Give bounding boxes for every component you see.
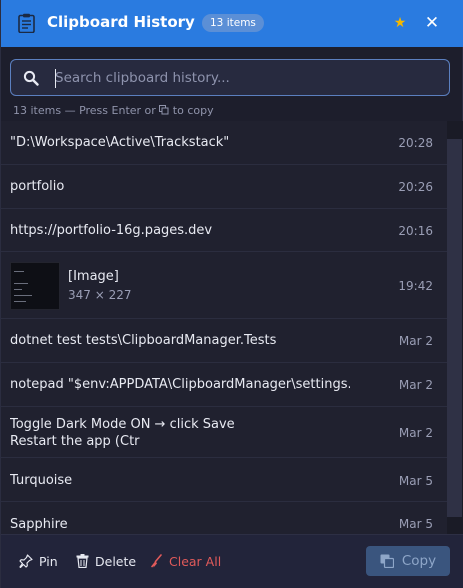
- clipboard-history-window: Clipboard History 13 items ★ ✕ 13 items …: [0, 0, 463, 588]
- clear-all-label: Clear All: [169, 553, 222, 569]
- delete-button[interactable]: Delete: [76, 552, 136, 570]
- item-text: portfolio: [10, 179, 65, 194]
- search-input[interactable]: [55, 66, 435, 90]
- clipboard-icon: [18, 13, 35, 33]
- list-item[interactable]: "D:\Workspace\Active\Trackstack" 20:28: [1, 121, 447, 165]
- copy-icon: [380, 554, 394, 568]
- trash-icon: [76, 554, 89, 568]
- copy-icon: [159, 105, 169, 115]
- copy-label: Copy: [401, 553, 437, 569]
- copy-button[interactable]: Copy: [366, 546, 450, 576]
- delete-label: Delete: [95, 553, 137, 569]
- pin-icon: [19, 554, 33, 568]
- list-item[interactable]: https://portfolio-16g.pages.dev 20:16: [1, 209, 447, 252]
- item-time: Mar 2: [398, 334, 433, 348]
- pin-button[interactable]: Pin: [19, 552, 58, 570]
- list-item[interactable]: portfolio 20:26: [1, 165, 447, 209]
- list-item-image[interactable]: [Image] 347 × 227 19:42: [1, 252, 447, 319]
- status-hint-suffix: to copy: [172, 104, 214, 117]
- item-time: Mar 2: [398, 426, 433, 440]
- clear-all-button[interactable]: Clear All: [150, 552, 221, 570]
- list-item[interactable]: Toggle Dark Mode ON → click Save Restart…: [1, 407, 447, 458]
- item-text-line2: Restart the app (Ctr: [10, 434, 140, 449]
- history-list: "D:\Workspace\Active\Trackstack" 20:28 p…: [1, 121, 447, 534]
- list-item[interactable]: Turquoise Mar 5: [1, 458, 447, 502]
- item-count-badge: 13 items: [202, 14, 264, 32]
- scrollbar-thumb[interactable]: [447, 139, 462, 517]
- bottom-toolbar: Pin Delete Clear All Copy: [1, 534, 463, 588]
- close-icon[interactable]: ✕: [422, 13, 442, 33]
- search-icon: [23, 70, 39, 86]
- item-time: 20:28: [398, 136, 433, 150]
- list-scrollbar[interactable]: [447, 121, 463, 534]
- search-box[interactable]: [10, 59, 450, 96]
- item-time: 20:16: [398, 224, 433, 238]
- title-bar[interactable]: Clipboard History 13 items ★ ✕: [1, 0, 463, 47]
- star-icon[interactable]: ★: [392, 14, 408, 32]
- image-thumbnail: [10, 262, 60, 310]
- item-text: Sapphire: [10, 517, 68, 532]
- broom-icon: [151, 554, 162, 568]
- item-time: Mar 5: [398, 517, 433, 531]
- item-time: 20:26: [398, 180, 433, 194]
- status-hint-prefix: 13 items — Press Enter or: [13, 104, 156, 117]
- image-label: [Image]: [68, 269, 119, 284]
- image-dimensions: 347 × 227: [68, 288, 132, 302]
- item-time: 19:42: [398, 279, 433, 293]
- window-title: Clipboard History: [47, 13, 195, 31]
- status-hint: 13 items — Press Enter or to copy: [13, 104, 214, 117]
- list-item[interactable]: Sapphire Mar 5: [1, 502, 447, 534]
- item-text: "D:\Workspace\Active\Trackstack": [10, 135, 230, 150]
- item-text: https://portfolio-16g.pages.dev: [10, 223, 213, 238]
- item-time: Mar 2: [398, 378, 433, 392]
- list-item[interactable]: dotnet test tests\ClipboardManager.Tests…: [1, 319, 447, 363]
- list-item[interactable]: notepad "$env:APPDATA\ClipboardManager\s…: [1, 363, 447, 407]
- item-text: dotnet test tests\ClipboardManager.Tests: [10, 333, 277, 348]
- item-text: notepad "$env:APPDATA\ClipboardManager\s…: [10, 377, 350, 392]
- text-caret: [55, 69, 56, 88]
- item-text: Toggle Dark Mode ON → click Save: [10, 417, 235, 432]
- pin-label: Pin: [39, 553, 58, 569]
- item-time: Mar 5: [398, 474, 433, 488]
- item-text: Turquoise: [10, 473, 73, 488]
